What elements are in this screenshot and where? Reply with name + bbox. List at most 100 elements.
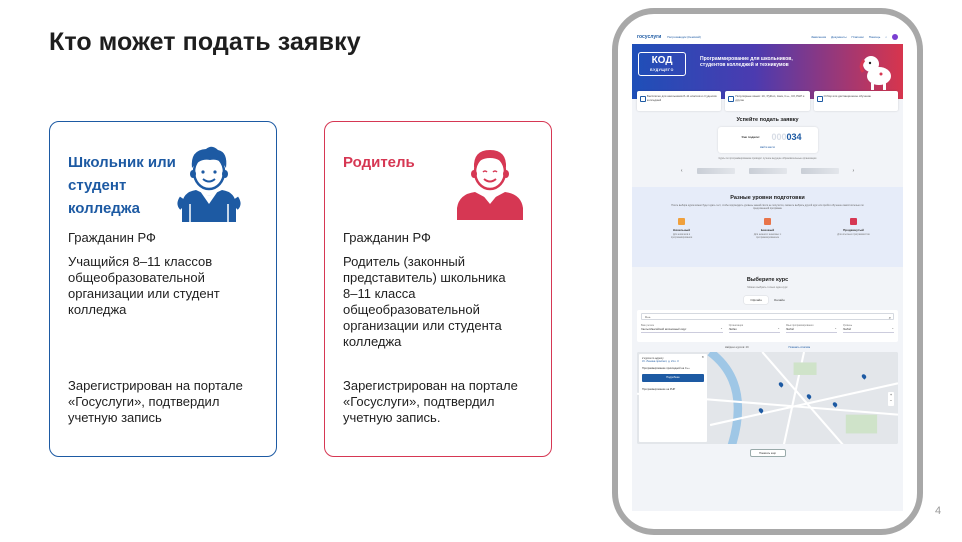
counter-digits: 034: [786, 132, 802, 142]
level-basic: Базовый Для немного знакомых с программи…: [750, 218, 786, 239]
level-basic-name: Базовый: [760, 228, 775, 232]
filter-language[interactable]: Язык программирования Любой: [785, 324, 837, 333]
student-card-title: Школьник или студент колледжа: [68, 154, 176, 217]
level-advanced-desc: Для опытных программистов: [837, 233, 870, 236]
filter-organization[interactable]: Организация Любая: [728, 324, 780, 333]
tab-offline[interactable]: Офлайн: [744, 296, 768, 304]
gosuslugi-logo[interactable]: госуслуги: [637, 34, 661, 40]
course-section: Выберите курс Можно выбрать только один …: [632, 267, 903, 457]
counter-faded: 000: [771, 132, 787, 142]
levels-row: Начальный Для новичков в программировани…: [632, 218, 903, 239]
close-icon[interactable]: ✕: [701, 355, 704, 359]
student-citizenship: Гражданин РФ: [68, 230, 156, 245]
search-icon[interactable]: ⌕: [889, 315, 891, 320]
nav-link-documents[interactable]: Документы: [831, 35, 846, 39]
filter-value[interactable]: Любой: [842, 326, 894, 333]
partner-logo: [696, 168, 735, 174]
student-avatar-icon: [176, 144, 242, 227]
feature-languages: Популярные языки: 1С, Python, Java, C++,…: [725, 91, 810, 111]
user-avatar[interactable]: [892, 34, 898, 40]
filter-value[interactable]: Любая: [728, 326, 780, 333]
map-panel-course[interactable]: Программирование прикладной на С++: [642, 367, 704, 370]
feature-cards: Бесплатно для школьников 8–11 классов и …: [632, 91, 903, 111]
filter-label: Язык программирования: [785, 324, 814, 327]
map-panel-address: Ул. Ленина проспект, д. 21 к. 3: [642, 360, 679, 364]
course-filters: С++ ⌕ Ваш регион Ханты-Мансийский автоном…: [637, 310, 898, 342]
filter-row: Ваш регион Ханты-Мансийский автономный ок…: [641, 324, 894, 333]
level-advanced-name: Продвинутый: [843, 228, 864, 232]
feature-free: Бесплатно для школьников 8–11 классов и …: [637, 91, 722, 111]
levels-title: Разные уровни подготовки: [730, 195, 805, 201]
partner-logo: [800, 168, 839, 174]
applications-counter: Уже подали: 000034 Найти место: [717, 127, 818, 153]
nav-links: Заявления Документы Платежи Помощь ⌕: [811, 34, 898, 40]
phone-screen: госуслуги Петрозаводск (Кемский) Заявлен…: [632, 30, 903, 511]
show-list-link[interactable]: Показать списком: [789, 346, 811, 349]
course-subtitle: Можно выбрать только один курс: [747, 286, 788, 289]
parent-card: Родитель Гражданин РФ Родитель (законный…: [324, 121, 552, 457]
course-map[interactable]: ✕ 2 курса по адресу Ул. Ленина проспект,…: [637, 352, 898, 444]
counter-label: Уже подали:: [741, 135, 760, 139]
nav-link-payments[interactable]: Платежи: [852, 35, 864, 39]
tab-online[interactable]: Онлайн: [768, 296, 791, 304]
levels-section: Разные уровни подготовки После выбора ку…: [632, 187, 903, 267]
region-link[interactable]: Петрозаводск (Кемский): [667, 35, 701, 39]
level-beginner-name: Начальный: [672, 228, 691, 232]
feature-selection: Отбор или дистанционное обучение: [813, 91, 898, 111]
course-search-input[interactable]: С++ ⌕: [641, 313, 894, 320]
show-more-button[interactable]: Показать ещё: [749, 449, 786, 457]
banner-headline: Программирование для школьников, студент…: [700, 56, 793, 68]
filter-level[interactable]: Уровень Любой: [842, 324, 894, 333]
robot-dog-icon: [859, 56, 891, 90]
carousel-next-icon[interactable]: ›: [853, 168, 855, 174]
levels-description: После выбора курса можно будет сдать тес…: [671, 204, 864, 210]
filter-region[interactable]: Ваш регион Ханты-Мансийский автономный ок…: [641, 324, 723, 333]
phone-mockup: госуслуги Петрозаводск (Кемский) Заявлен…: [612, 8, 923, 535]
level-beginner-desc: Для новичков в программировании: [670, 233, 693, 239]
parent-citizenship: Гражданин РФ: [343, 230, 431, 245]
partner-logo: [748, 168, 787, 174]
student-registration: Зарегистрирован на портале «Госуслуги», …: [68, 378, 243, 425]
parent-card-title: Родитель: [343, 154, 415, 171]
page-number: 4: [935, 505, 942, 517]
filter-label: Уровень: [842, 324, 853, 327]
level-basic-icon: [764, 218, 771, 225]
counter-value: 000034: [772, 132, 802, 142]
level-beginner: Начальный Для новичков в программировани…: [664, 218, 700, 239]
kod-logo-main: КОД: [651, 55, 673, 66]
map-info-panel: ✕ 2 курса по адресу Ул. Ленина проспект,…: [639, 354, 707, 442]
student-card: Школьник или студент колледжа Гражданин …: [49, 121, 277, 457]
kod-logo-sub: БУДУЩЕГО: [650, 68, 674, 72]
level-beginner-icon: [678, 218, 685, 225]
format-toggle: Офлайн Онлайн: [632, 296, 903, 304]
parent-relation: Родитель (законный представитель) школьн…: [343, 254, 506, 349]
results-bar: Найдено курсов: 29 Показать списком: [632, 346, 903, 349]
filter-label: Организация: [728, 324, 744, 327]
details-button[interactable]: Подробнее: [642, 374, 704, 383]
search-value: С++: [645, 315, 651, 319]
nav-link-help[interactable]: Помощь: [869, 35, 881, 39]
filter-label: Ваш регион: [641, 324, 655, 327]
partners-carousel: ‹ ›: [632, 165, 903, 177]
student-education: Учащийся 8–11 классов общеобразовательно…: [68, 254, 220, 317]
search-icon[interactable]: ⌕: [885, 35, 887, 39]
map-zoom-control[interactable]: + −: [888, 392, 894, 406]
carousel-prev-icon[interactable]: ‹: [681, 168, 683, 174]
partners-caption: Курсы по программированию проводят лучши…: [718, 157, 817, 160]
nav-link-applications[interactable]: Заявления: [811, 35, 826, 39]
apply-title: Успейте подать заявку: [736, 117, 799, 123]
filter-value[interactable]: Любой: [785, 326, 837, 333]
results-count: Найдено курсов: 29: [724, 346, 749, 349]
counter-link[interactable]: Найти место: [718, 146, 818, 149]
kod-budushchego-logo: КОД БУДУЩЕГО: [638, 52, 686, 76]
level-basic-desc: Для немного знакомых с программированием: [753, 233, 782, 239]
map-panel-next-course[interactable]: Программирование на PHP: [642, 388, 704, 391]
level-advanced-icon: [850, 218, 857, 225]
slide-title: Кто может подать заявку: [49, 28, 361, 56]
filter-value[interactable]: Ханты-Мансийский автономный округ: [641, 326, 723, 333]
level-advanced: Продвинутый Для опытных программистов: [836, 218, 872, 239]
parent-avatar-icon: [455, 144, 525, 225]
gosuslugi-navbar: госуслуги Петрозаводск (Кемский) Заявлен…: [632, 30, 903, 44]
parent-registration: Зарегистрирован на портале «Госуслуги», …: [343, 378, 518, 425]
course-title: Выберите курс: [746, 277, 789, 283]
